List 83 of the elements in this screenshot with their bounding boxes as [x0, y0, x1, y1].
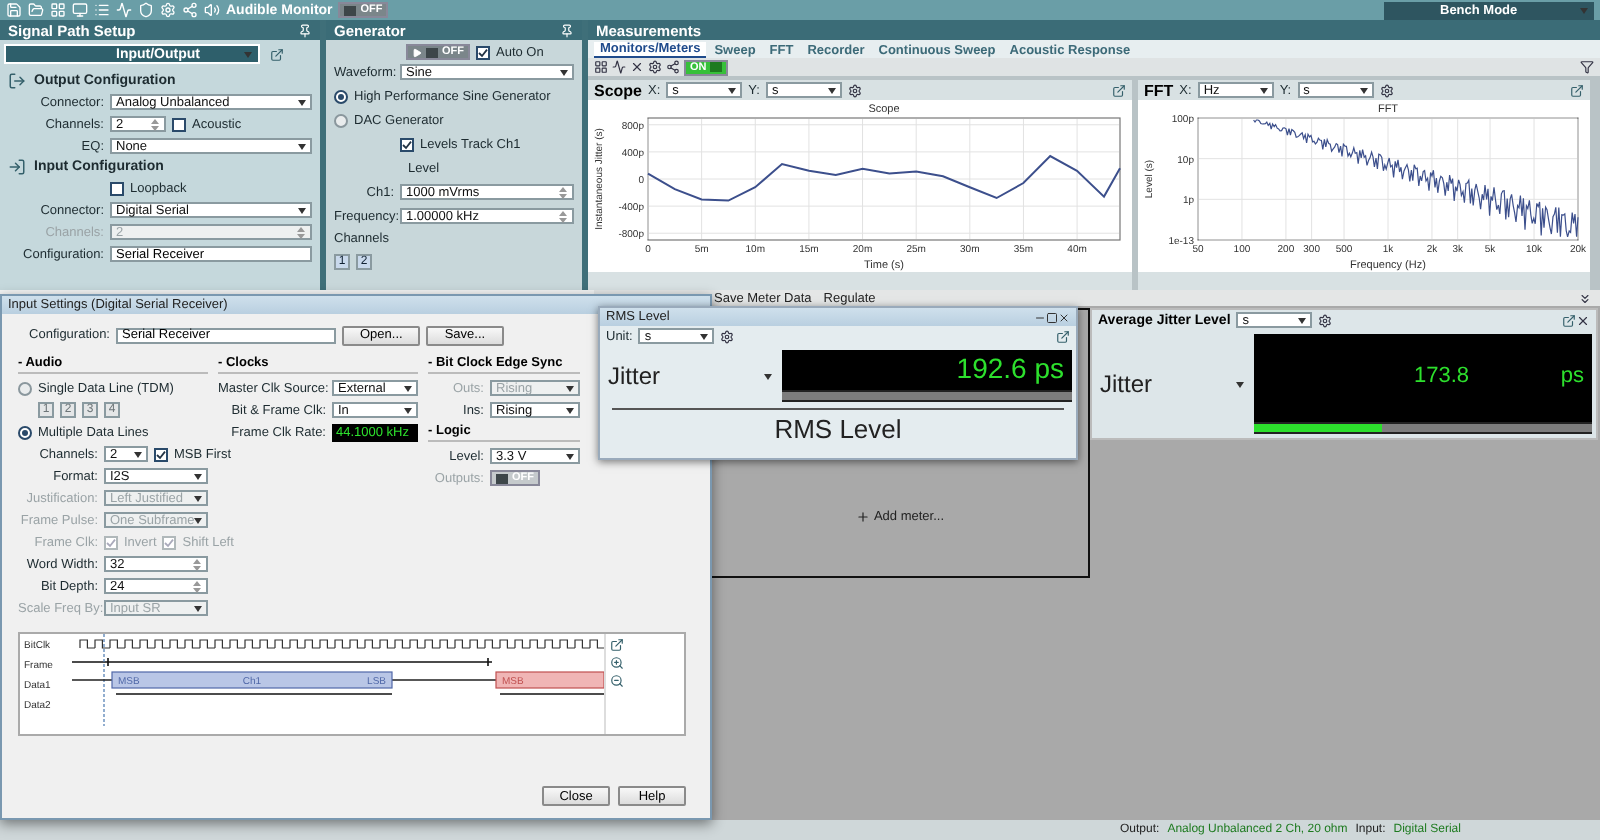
- close-icon[interactable]: [1576, 313, 1590, 327]
- popout-icon[interactable]: [1570, 83, 1584, 97]
- settings-icon[interactable]: [1318, 313, 1333, 327]
- cursor-line: [103, 634, 105, 726]
- save-icon[interactable]: [6, 2, 22, 18]
- meter-caption: RMS Level: [611, 408, 1065, 444]
- spinner-icon[interactable]: [192, 557, 202, 571]
- radio-button[interactable]: [18, 425, 32, 439]
- radio-button[interactable]: [18, 381, 32, 395]
- caret-icon: [244, 51, 252, 57]
- caret-icon: [1236, 381, 1244, 387]
- settings-icon[interactable]: [847, 83, 862, 97]
- zoom-in-icon[interactable]: [610, 656, 624, 670]
- monitor-icon[interactable]: [72, 2, 88, 18]
- popout-icon[interactable]: [610, 638, 624, 652]
- output-icon[interactable]: [8, 72, 26, 90]
- settings-icon[interactable]: [720, 329, 735, 343]
- popout-icon[interactable]: [270, 47, 284, 61]
- checkbox[interactable]: [172, 117, 186, 131]
- caret-icon: [404, 407, 412, 413]
- nodes-icon[interactable]: [182, 2, 198, 18]
- radio-button[interactable]: [334, 113, 348, 127]
- caret-icon: [194, 605, 202, 611]
- nodes-icon[interactable]: [666, 60, 680, 74]
- meter-value: 173.8: [1414, 364, 1470, 388]
- caret-icon: [566, 453, 574, 459]
- caret-icon: [560, 69, 568, 75]
- filter-icon[interactable]: [1580, 60, 1594, 74]
- grid-icon[interactable]: [50, 2, 66, 18]
- caret-icon: [1580, 7, 1588, 13]
- checkbox[interactable]: [476, 45, 490, 59]
- waveform-icon[interactable]: [612, 60, 626, 74]
- radio-button[interactable]: [334, 89, 348, 103]
- caret-icon: [1359, 87, 1368, 93]
- caret-icon: [194, 517, 203, 523]
- settings-icon[interactable]: [648, 60, 662, 74]
- spinner-icon[interactable]: [558, 209, 568, 223]
- plus-icon: [855, 510, 870, 524]
- checkbox[interactable]: [154, 447, 168, 461]
- graph-title: Scope: [594, 81, 643, 99]
- quantity-dropdown[interactable]: Jitter: [604, 350, 776, 402]
- caret-icon: [1259, 87, 1268, 93]
- caret-icon: [194, 473, 202, 479]
- zoom-out-icon[interactable]: [610, 674, 624, 688]
- caret-icon: [764, 373, 772, 379]
- expand-icon[interactable]: [1578, 291, 1592, 305]
- close-icon[interactable]: [1058, 311, 1070, 323]
- popout-icon[interactable]: [1056, 329, 1070, 343]
- meter-reading: 192.6 ps: [956, 352, 1064, 384]
- play-icon: [412, 47, 422, 57]
- meter-unit: ps: [1560, 364, 1584, 388]
- close-icon[interactable]: [630, 60, 644, 74]
- checkbox[interactable]: [400, 137, 414, 151]
- caret-icon: [404, 385, 412, 391]
- caret-icon: [566, 385, 574, 391]
- caret-icon: [728, 87, 737, 93]
- shield-icon[interactable]: [138, 2, 154, 18]
- spinner-icon[interactable]: [558, 185, 568, 199]
- caret-icon: [700, 333, 709, 339]
- caret-icon: [194, 495, 202, 501]
- pin-icon[interactable]: [298, 23, 312, 37]
- folder-icon[interactable]: [28, 2, 44, 18]
- speaker-icon[interactable]: [204, 2, 220, 18]
- spinner-icon[interactable]: [192, 579, 202, 593]
- checkbox[interactable]: [110, 181, 124, 195]
- caret-icon: [298, 207, 306, 213]
- spinner-icon[interactable]: [150, 117, 160, 131]
- maximize-icon[interactable]: [1046, 311, 1058, 323]
- pin-icon[interactable]: [560, 23, 574, 37]
- input-icon[interactable]: [8, 158, 26, 176]
- caret-icon: [1298, 317, 1307, 323]
- grid-icon[interactable]: [594, 60, 608, 74]
- caret-icon: [298, 143, 306, 149]
- list-icon[interactable]: [94, 2, 110, 18]
- caret-icon: [298, 99, 306, 105]
- popout-icon[interactable]: [1562, 313, 1576, 327]
- popout-icon[interactable]: [1112, 83, 1126, 97]
- quantity-dropdown[interactable]: Jitter: [1096, 334, 1248, 434]
- settings-icon[interactable]: [1379, 83, 1394, 97]
- caret-icon: [566, 407, 574, 413]
- graph-title: FFT: [1144, 81, 1174, 99]
- caret-icon: [827, 87, 836, 93]
- caret-icon: [134, 451, 142, 457]
